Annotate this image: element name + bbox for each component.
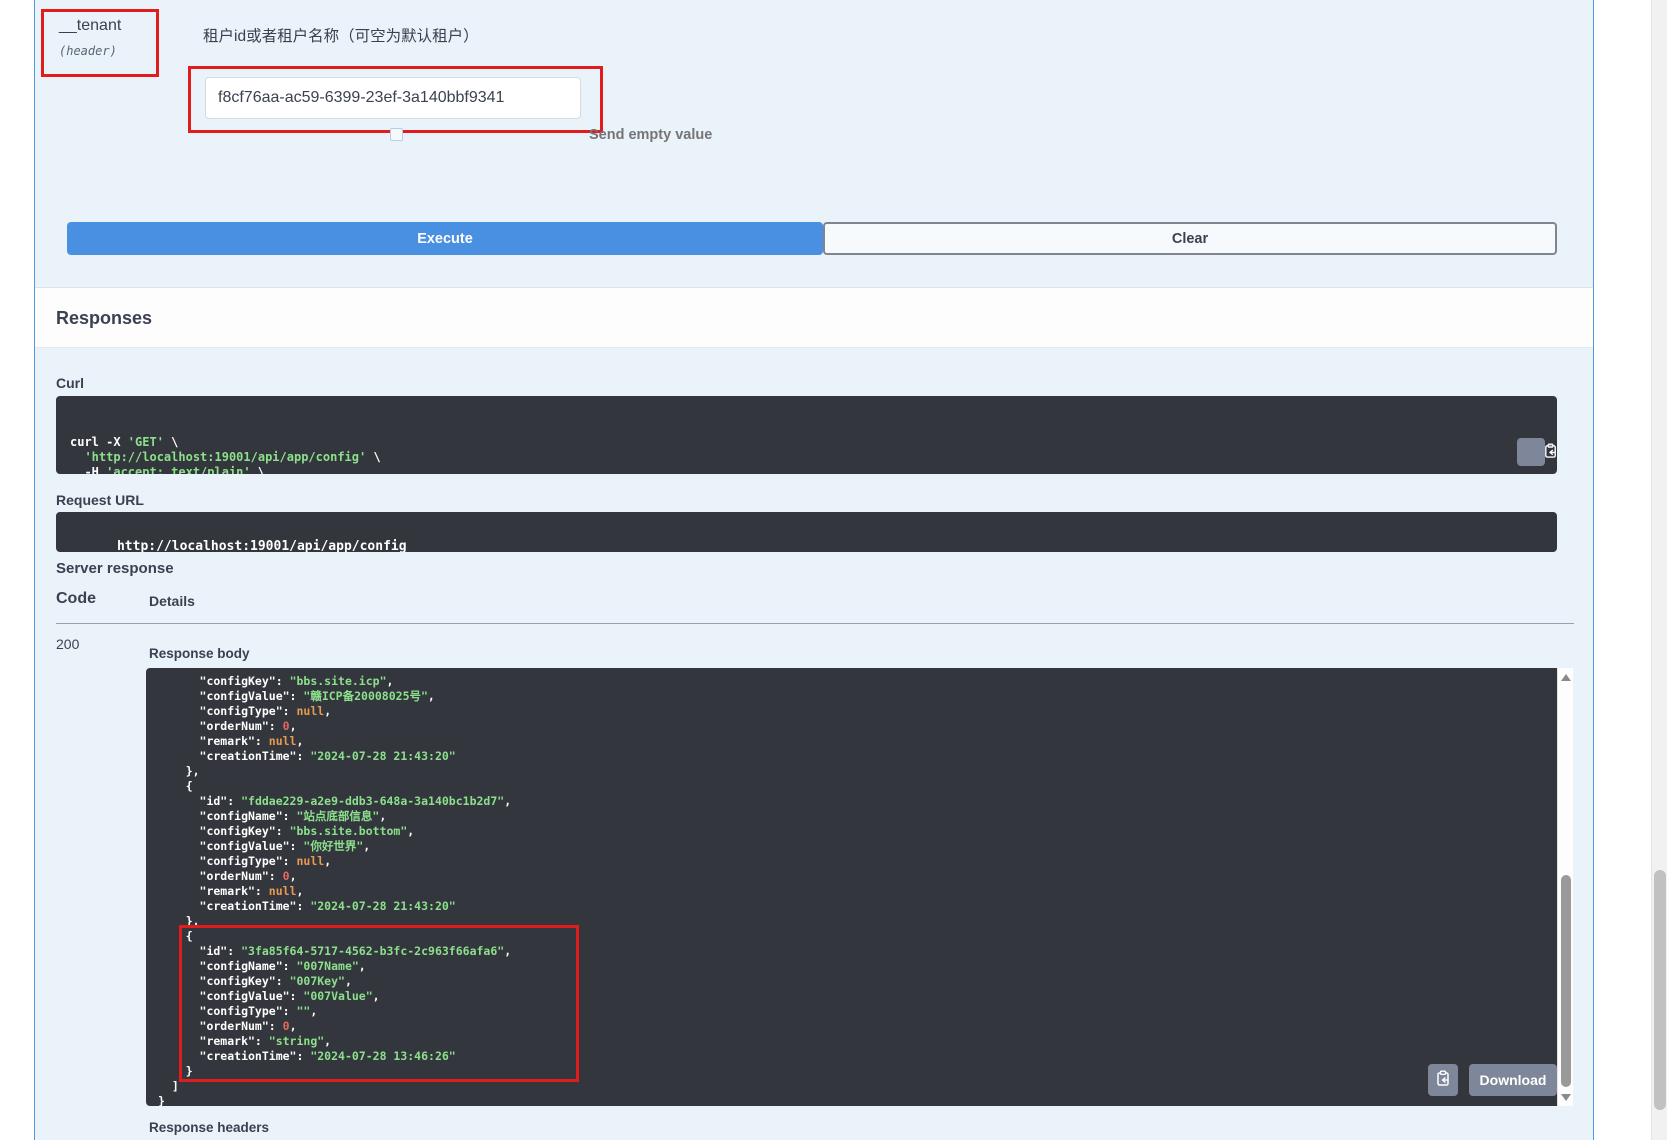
swagger-page: __tenant (header) 租户id或者租户名称（可空为默认租户） Se…: [0, 0, 1667, 1140]
copy-response-button[interactable]: [1428, 1064, 1458, 1096]
param-name: __tenant: [59, 17, 121, 35]
response-headers-label: Response headers: [149, 1120, 269, 1135]
send-empty-checkbox[interactable]: [390, 128, 403, 141]
curl-codeblock: curl -X 'GET' \ 'http://localhost:19001/…: [56, 396, 1557, 474]
page-scrollbar[interactable]: [1651, 0, 1667, 1140]
code-column-header: Code: [56, 590, 96, 608]
param-description: 租户id或者租户名称（可空为默认租户）: [203, 24, 479, 46]
responses-header-band: Responses: [35, 287, 1593, 348]
details-column-header: Details: [149, 593, 195, 609]
response-body-scrollbar[interactable]: [1557, 668, 1573, 1106]
responses-title: Responses: [56, 308, 152, 329]
operation-section: __tenant (header) 租户id或者租户名称（可空为默认租户） Se…: [34, 0, 1594, 1140]
status-code: 200: [56, 636, 79, 652]
clear-button[interactable]: Clear: [823, 222, 1557, 255]
download-button[interactable]: Download: [1469, 1064, 1557, 1096]
server-response-label: Server response: [56, 560, 174, 577]
request-url-label: Request URL: [56, 492, 144, 508]
copy-icon: [1504, 427, 1557, 475]
send-empty-label: Send empty value: [589, 127, 712, 143]
param-location: (header): [59, 44, 121, 58]
copy-icon: [1435, 1070, 1451, 1090]
table-divider: [56, 623, 1574, 624]
response-body-scroll-thumb[interactable]: [1561, 875, 1571, 1087]
curl-command: curl -X 'GET' \ 'http://localhost:19001/…: [70, 435, 1543, 474]
request-url-block: http://localhost:19001/api/app/config: [56, 512, 1557, 552]
curl-label: Curl: [56, 375, 84, 391]
tenant-value-input[interactable]: [205, 77, 581, 119]
copy-curl-button[interactable]: [1517, 438, 1545, 466]
execute-button[interactable]: Execute: [67, 222, 823, 255]
scroll-up-arrow-icon[interactable]: [1561, 674, 1571, 681]
response-body-label: Response body: [149, 646, 250, 661]
scroll-down-arrow-icon[interactable]: [1561, 1094, 1571, 1101]
response-body-json: "configKey": "bbs.site.icp", "configValu…: [146, 668, 1557, 1106]
response-body-container: "configKey": "bbs.site.icp", "configValu…: [146, 668, 1573, 1106]
page-scroll-thumb[interactable]: [1654, 870, 1666, 1110]
request-url-value: http://localhost:19001/api/app/config: [117, 539, 407, 552]
